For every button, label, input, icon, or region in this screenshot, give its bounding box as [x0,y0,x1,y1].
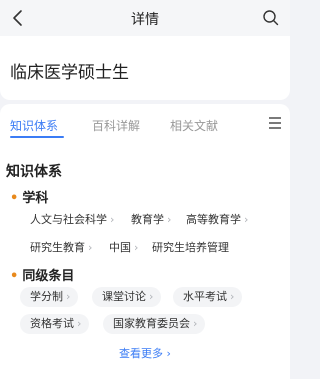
chevron-right-icon: › [149,290,154,303]
bullet-dot: • [10,269,19,284]
chevron-right-icon: › [77,317,82,330]
section-title: 知识体系 [6,164,62,180]
active-tab-indicator [10,136,64,138]
title-card: 临床医学硕士生 [0,36,290,100]
tab-related-literature[interactable]: 相关文献 [170,117,218,134]
chevron-right-icon: › [244,213,249,226]
see-more-link[interactable]: 查看更多 › [0,345,290,361]
subject-link[interactable]: 研究生教育 › [30,239,92,255]
chevron-right-icon: › [166,347,171,360]
bullet-dot: • [10,191,19,206]
nav-title: 详情 [131,12,159,28]
chevron-right-icon: › [167,213,172,226]
group-subject-title: • 学科 [10,191,49,206]
peer-entry-pill[interactable]: 资格考试 › [20,314,90,334]
group-peer-title: • 同级条目 [10,269,75,284]
knowledge-card: 知识体系 百科详解 相关文献 知识体系 • 学科 人文与社会科学 › 教育学 › 高等… [0,104,290,379]
tab-knowledge-system[interactable]: 知识体系 [10,117,58,134]
peer-entry-pill[interactable]: 学分制 › [20,287,79,307]
subject-link[interactable]: 人文与社会科学 › [30,211,114,227]
chevron-right-icon: › [193,317,198,330]
peer-entry-pill[interactable]: 水平考试 › [173,287,243,307]
subject-link[interactable]: 高等教育学 › [186,211,248,227]
subject-link[interactable]: 中国 › [109,239,138,255]
chevron-right-icon: › [88,241,93,254]
peer-entry-pill[interactable]: 课堂讨论 › [92,287,162,307]
chevron-right-icon: › [134,241,139,254]
subject-link[interactable]: 研究生培养管理 [152,239,229,255]
tab-encyclopedia[interactable]: 百科详解 [92,117,140,134]
menu-icon[interactable] [268,117,282,129]
search-icon[interactable] [262,9,280,27]
page-title: 临床医学硕士生 [10,63,129,83]
chevron-right-icon: › [66,290,71,303]
peer-entry-pill[interactable]: 国家教育委员会 › [103,314,206,334]
chevron-right-icon: › [230,290,235,303]
top-nav-bar: 详情 [0,0,290,36]
chevron-right-icon: › [110,213,115,226]
subject-link[interactable]: 教育学 › [131,211,171,227]
